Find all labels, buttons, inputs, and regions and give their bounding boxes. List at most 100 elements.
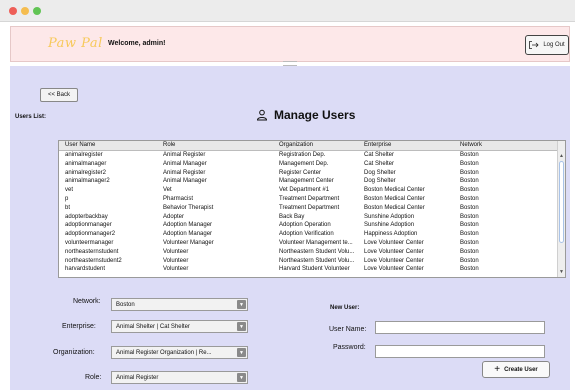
cell-enterprise: Boston Medical Center bbox=[364, 187, 425, 194]
username-label: User Name: bbox=[329, 326, 367, 333]
scroll-down-icon[interactable]: ▼ bbox=[559, 269, 564, 275]
cell-organization: Registration Dep. bbox=[279, 152, 326, 158]
cell-network: Boston bbox=[460, 240, 479, 246]
enterprise-select-value: Animal Shelter | Cat Shelter bbox=[116, 323, 190, 330]
organization-label: Organization: bbox=[53, 349, 95, 356]
cell-enterprise: Love Volunteer Center bbox=[364, 257, 424, 264]
users-list-label: Users List: bbox=[15, 114, 47, 120]
cell-network: Boston bbox=[460, 204, 479, 211]
cell-organization: Management Dep. bbox=[279, 160, 329, 167]
create-user-label: Create User bbox=[504, 366, 538, 373]
cell-organization: Treatment Department bbox=[279, 196, 340, 202]
minimize-window-button[interactable] bbox=[21, 7, 29, 15]
cell-enterprise: Cat Shelter bbox=[364, 152, 395, 158]
table-row[interactable]: northeasternstudent2 Volunteer Northeaster… bbox=[59, 257, 559, 265]
cell-role: Volunteer bbox=[163, 266, 189, 273]
cell-network: Boston bbox=[460, 152, 479, 158]
cell-enterprise: Dog Shelter bbox=[364, 169, 396, 176]
app-header: Paw Pal Welcome, admin! Log Out bbox=[10, 26, 570, 62]
role-select-value: Animal Register bbox=[116, 374, 159, 381]
table-row[interactable]: northeasternstudent Volunteer Northeastern… bbox=[59, 248, 559, 256]
cell-role: Pharmacist bbox=[163, 196, 194, 202]
username-input[interactable] bbox=[375, 321, 545, 334]
cell-network: Boston bbox=[460, 266, 479, 273]
cell-network: Boston bbox=[460, 178, 479, 185]
cell-user-name: adoptionmanager2 bbox=[65, 231, 116, 238]
cell-enterprise: Boston Medical Center bbox=[364, 204, 425, 211]
cell-role: Adoption Manager bbox=[163, 222, 213, 229]
enterprise-label: Enterprise: bbox=[62, 323, 96, 330]
cell-role: Adoption Manager bbox=[163, 231, 213, 238]
table-row[interactable]: adoptionmanager Adoption Manager Adoption … bbox=[59, 221, 559, 229]
column-header-network[interactable]: Network bbox=[460, 142, 552, 148]
cell-user-name: animalregister bbox=[65, 152, 103, 158]
organization-select[interactable]: Animal Register Organization | Re... ▼ bbox=[111, 346, 248, 359]
table-row[interactable]: animalregister Animal Register Registratio… bbox=[59, 151, 559, 159]
cell-user-name: adoptionmanager bbox=[65, 222, 112, 229]
cell-role: Animal Register bbox=[163, 169, 206, 176]
page-title: Manage Users bbox=[256, 108, 355, 122]
column-header-organization[interactable]: Organization bbox=[279, 142, 361, 148]
cell-organization: Back Bay bbox=[279, 213, 305, 220]
cell-role: Volunteer bbox=[163, 257, 189, 264]
table-row[interactable]: adoptionmanager2 Adoption Manager Adoption… bbox=[59, 230, 559, 238]
new-user-label: New User: bbox=[330, 305, 360, 311]
table-row[interactable]: volunteermanager Volunteer Manager Volunte… bbox=[59, 239, 559, 247]
logout-arrow-icon bbox=[529, 41, 539, 49]
enterprise-select[interactable]: Animal Shelter | Cat Shelter ▼ bbox=[111, 320, 248, 333]
cell-network: Boston bbox=[460, 222, 479, 229]
cell-organization: Harvard Student Volunteer bbox=[279, 266, 350, 273]
table-row[interactable]: adopterbackbay Adopter Back Bay Sunshine Ad… bbox=[59, 213, 559, 221]
table-row[interactable]: animalregister2 Animal Register Register C… bbox=[59, 169, 559, 177]
cell-enterprise: Cat Shelter bbox=[364, 160, 395, 167]
cell-organization: Adoption Verification bbox=[279, 231, 334, 238]
table-row[interactable]: p Pharmacist Treatment Department Boston Me… bbox=[59, 195, 559, 203]
scroll-up-icon[interactable]: ▲ bbox=[559, 153, 564, 159]
table-row[interactable]: animalmanager Animal Manager Management De… bbox=[59, 160, 559, 168]
create-user-button[interactable]: + Create User bbox=[482, 361, 550, 378]
column-header-enterprise[interactable]: Enterprise bbox=[364, 142, 456, 148]
table-header: User Name Role Organization Enterprise N… bbox=[59, 141, 559, 151]
logout-button[interactable]: Log Out bbox=[525, 35, 569, 55]
zoom-window-button[interactable] bbox=[33, 7, 41, 15]
cell-enterprise: Love Volunteer Center bbox=[364, 240, 424, 246]
table-scrollbar[interactable]: ▲ ▼ bbox=[557, 141, 565, 277]
cell-organization: Vet Department #1 bbox=[279, 187, 330, 194]
organization-select-value: Animal Register Organization | Re... bbox=[116, 349, 212, 356]
table-row[interactable]: vet Vet Vet Department #1 Boston Medical Ce… bbox=[59, 186, 559, 194]
table-row[interactable]: harvardstudent Volunteer Harvard Student V… bbox=[59, 265, 559, 273]
cell-user-name: vet bbox=[65, 187, 74, 194]
password-input[interactable] bbox=[375, 345, 545, 358]
cell-enterprise: Dog Shelter bbox=[364, 178, 396, 185]
cell-network: Boston bbox=[460, 248, 479, 255]
cell-role: Volunteer Manager bbox=[163, 240, 214, 246]
cell-network: Boston bbox=[460, 231, 479, 238]
cell-organization: Register Center bbox=[279, 169, 322, 176]
scrollbar-thumb[interactable] bbox=[559, 161, 564, 243]
cell-role: Animal Manager bbox=[163, 160, 207, 167]
column-header-user-name[interactable]: User Name bbox=[65, 142, 161, 148]
cell-enterprise: Boston Medical Center bbox=[364, 196, 425, 202]
close-window-button[interactable] bbox=[9, 7, 17, 15]
table-row[interactable]: bt Behavior Therapist Treatment Department… bbox=[59, 204, 559, 212]
cell-network: Boston bbox=[460, 187, 479, 194]
password-label: Password: bbox=[333, 344, 366, 351]
cell-organization: Management Center bbox=[279, 178, 334, 185]
back-button[interactable]: << Back bbox=[40, 88, 78, 102]
cell-user-name: bt bbox=[65, 204, 71, 211]
chevron-down-icon: ▼ bbox=[237, 373, 246, 382]
cell-network: Boston bbox=[460, 160, 479, 167]
network-label: Network: bbox=[73, 298, 101, 305]
network-select[interactable]: Boston ▼ bbox=[111, 298, 248, 311]
cell-role: Vet bbox=[163, 187, 172, 194]
cell-role: Animal Manager bbox=[163, 178, 207, 185]
table-row[interactable]: animalmanager2 Animal Manager Management C… bbox=[59, 177, 559, 185]
cell-organization: Northeastern Student Volu... bbox=[279, 257, 355, 264]
column-header-role[interactable]: Role bbox=[163, 142, 243, 148]
role-label: Role: bbox=[85, 374, 102, 381]
role-select[interactable]: Animal Register ▼ bbox=[111, 371, 248, 384]
welcome-text: Welcome, admin! bbox=[108, 40, 166, 47]
cell-organization: Treatment Department bbox=[279, 204, 340, 211]
cell-user-name: p bbox=[65, 196, 69, 202]
cell-enterprise: Love Volunteer Center bbox=[364, 266, 424, 273]
